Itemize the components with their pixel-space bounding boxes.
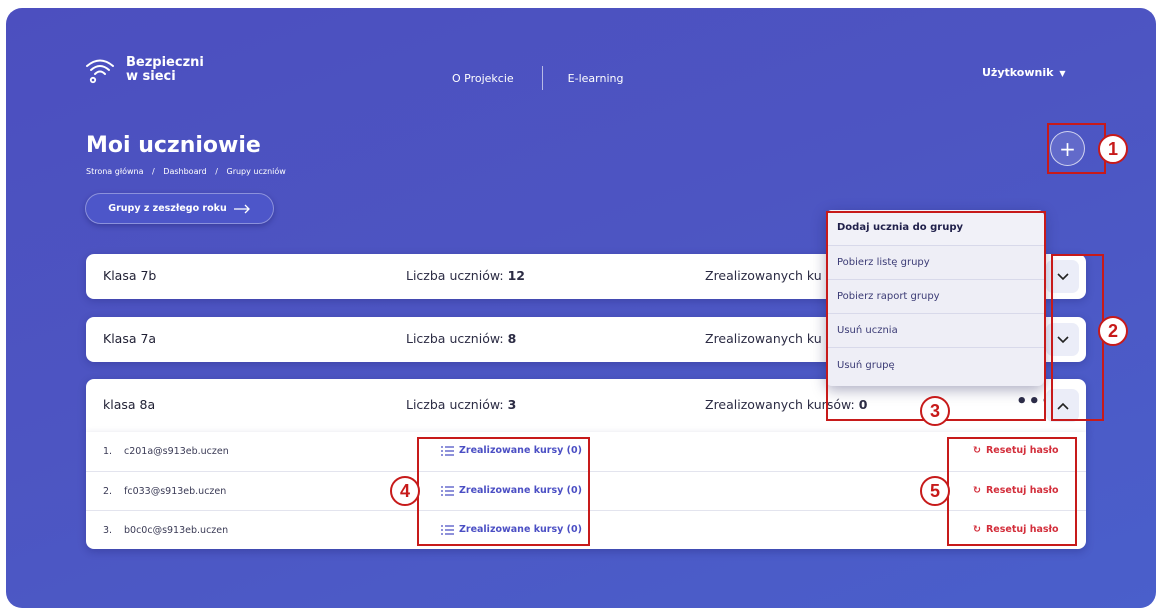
breadcrumb-home[interactable]: Strona główna [86,167,144,176]
logo-line1: Bezpieczni [126,55,204,70]
group-name: Klasa 7a [103,331,157,346]
annotation-badge-1: 1 [1098,134,1128,164]
student-index: 2. [103,486,113,497]
annotation-box-3 [826,211,1046,421]
nav-o-projekcie[interactable]: O Projekcie [452,72,514,85]
student-email: b0c0c@s913eb.uczen [124,525,229,536]
student-index: 3. [103,525,113,536]
annotation-box-4 [417,437,590,546]
logo-line2: w sieci [126,69,176,84]
breadcrumb-separator: / [152,167,155,176]
page-title: Moi uczniowie [86,133,261,158]
wifi-logo-icon [86,59,114,84]
user-menu[interactable]: Użytkownik ▼ [982,66,1066,79]
user-menu-label: Użytkownik [982,66,1054,79]
previous-year-groups-button[interactable]: Grupy z zeszłego roku [85,193,274,224]
breadcrumb-separator: / [215,167,218,176]
caret-down-icon: ▼ [1059,69,1066,78]
annotation-badge-5: 5 [920,476,950,506]
previous-year-groups-label: Grupy z zeszłego roku [108,203,227,214]
group-completed-courses: Zrealizowanych ku [705,331,822,346]
annotation-box-2 [1051,254,1104,421]
student-index: 1. [103,446,113,457]
nav-e-learning[interactable]: E-learning [568,72,624,85]
annotation-badge-2: 2 [1098,316,1128,346]
group-student-count: Liczba uczniów: 12 [406,268,525,283]
student-email: c201a@s913eb.uczen [124,446,229,457]
group-student-count: Liczba uczniów: 8 [406,331,517,346]
breadcrumb: Strona główna / Dashboard / Grupy ucznió… [86,167,286,176]
logo[interactable]: Bezpieczni w sieci [84,54,204,86]
group-name: klasa 8a [103,397,156,412]
arrow-right-icon [233,204,250,213]
group-student-count: Liczba uczniów: 3 [406,397,517,412]
group-name: Klasa 7b [103,268,157,283]
nav-divider [541,66,543,90]
student-email: fc033@s913eb.uczen [124,486,227,497]
group-completed-courses: Zrealizowanych ku [705,268,822,283]
annotation-box-5 [947,437,1077,546]
main-nav: O Projekcie E-learning [452,66,623,90]
breadcrumb-current: Grupy uczniów [226,167,286,176]
annotation-badge-4: 4 [390,476,420,506]
breadcrumb-dashboard[interactable]: Dashboard [163,167,206,176]
annotation-badge-3: 3 [920,396,950,426]
